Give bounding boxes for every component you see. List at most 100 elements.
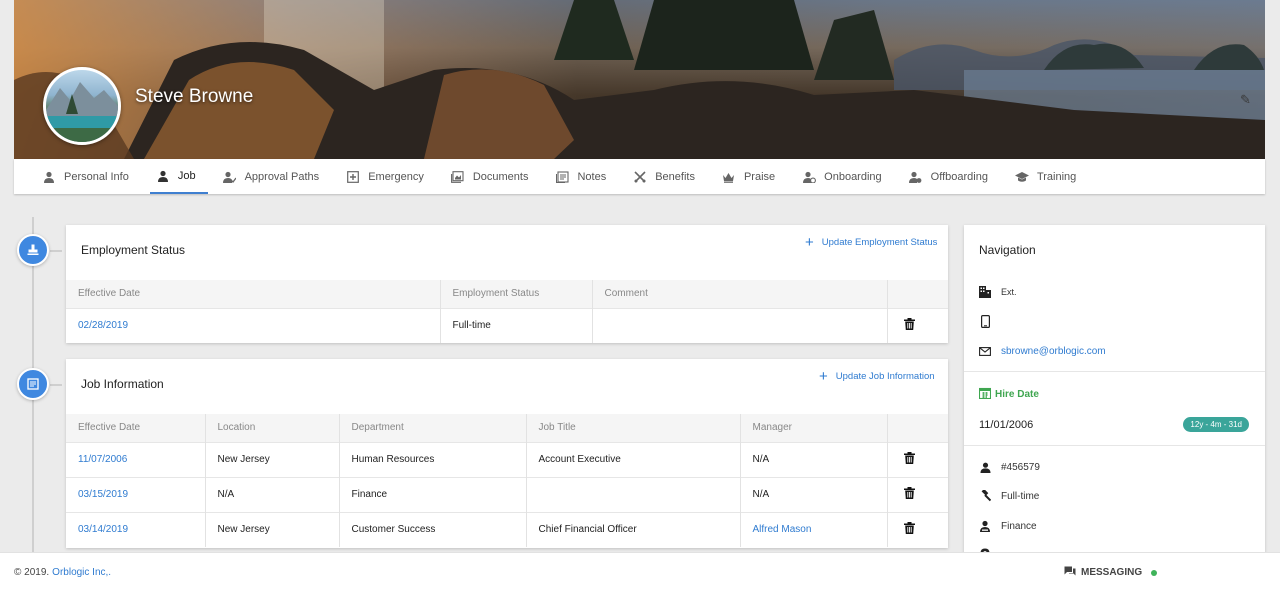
avatar[interactable] <box>43 67 121 145</box>
column-header <box>887 414 948 442</box>
documents-icon <box>451 170 465 184</box>
effective-date-link[interactable]: 02/28/2019 <box>66 307 441 343</box>
card-title: Job Information <box>81 377 164 391</box>
divider <box>964 445 1265 446</box>
onboarding-icon <box>802 170 816 184</box>
tab-label: Notes <box>577 170 607 183</box>
location-cell: N/A <box>205 476 340 512</box>
timeline-connector <box>50 250 62 252</box>
copyright-text: © 2019. <box>14 567 50 578</box>
employment-stamp-icon <box>17 234 49 266</box>
job-title-cell: Account Executive <box>526 441 741 477</box>
building-icon <box>979 286 991 298</box>
column-header: Job Title <box>526 414 741 442</box>
tab-offboarding[interactable]: Offboarding <box>903 159 1000 194</box>
employee-id-row: #456579 <box>979 461 1040 473</box>
action-label: Update Employment Status <box>821 237 938 248</box>
tab-label: Praise <box>743 170 776 183</box>
tab-notes[interactable]: Notes <box>549 159 618 194</box>
employment-status-table: Effective Date Employment Status Comment… <box>66 280 948 343</box>
tab-label: Training <box>1036 170 1077 183</box>
update-employment-status-button[interactable]: + Update Employment Status <box>805 233 938 251</box>
messaging-button[interactable]: MESSAGING <box>1064 566 1158 579</box>
table-row: 03/14/2019 New Jersey Customer Success C… <box>66 511 948 547</box>
update-job-information-button[interactable]: + Update Job Information <box>819 367 935 385</box>
mobile-row <box>979 314 991 328</box>
user-icon <box>979 461 991 473</box>
column-header: Location <box>205 414 340 442</box>
delete-cell <box>887 307 948 343</box>
extension-row: Ext. <box>979 286 1017 298</box>
company-link[interactable]: Orblogic Inc,. <box>52 567 111 578</box>
tab-label: Personal Info <box>64 170 129 183</box>
manager-cell: N/A <box>740 476 888 512</box>
effective-date-link[interactable]: 03/15/2019 <box>66 476 206 512</box>
column-header <box>887 280 948 308</box>
tab-emergency[interactable]: Emergency <box>340 159 436 194</box>
job-information-card: Job Information + Update Job Information… <box>66 359 948 548</box>
employment-type-value: Full-time <box>1001 490 1040 502</box>
hire-date-label: Hire Date <box>995 389 1039 400</box>
trash-icon[interactable] <box>903 487 915 499</box>
department-cell: Human Resources <box>339 441 527 477</box>
tab-training[interactable]: Training <box>1009 159 1088 194</box>
cover-photo: Steve Browne ✎ <box>14 0 1265 159</box>
emergency-icon <box>346 170 360 184</box>
tab-label: Documents <box>472 170 529 183</box>
department-cell: Finance <box>339 476 527 512</box>
comment-cell <box>592 307 888 343</box>
tab-documents[interactable]: Documents <box>445 159 541 194</box>
email-row: sbrowne@orblogic.com <box>979 345 1106 357</box>
column-header: Effective Date <box>66 280 441 308</box>
tab-approval-paths[interactable]: Approval Paths <box>217 159 332 194</box>
job-info-icon <box>17 368 49 400</box>
department-cell: Customer Success <box>339 511 527 547</box>
profile-tabs: Personal Info Job Approval Paths Emergen… <box>14 159 1265 194</box>
mobile-phone-icon <box>979 314 991 328</box>
tenure-badge: 12y - 4m - 31d <box>1183 417 1249 432</box>
gavel-icon <box>979 490 991 502</box>
effective-date-link[interactable]: 11/07/2006 <box>66 441 206 477</box>
timeline-connector <box>50 384 62 386</box>
plus-icon: + <box>805 233 814 251</box>
hire-date-heading: Hire Date <box>978 387 1039 402</box>
table-row: 11/07/2006 New Jersey Human Resources Ac… <box>66 441 948 477</box>
trash-icon[interactable] <box>903 522 915 535</box>
delete-cell <box>887 511 948 547</box>
chat-icon <box>1064 566 1076 579</box>
manager-link[interactable]: Alfred Mason <box>740 511 888 547</box>
card-title: Employment Status <box>81 243 186 257</box>
delete-cell <box>887 476 948 512</box>
department-value: Finance <box>1001 520 1037 532</box>
tab-label: Onboarding <box>824 170 882 183</box>
manager-cell: N/A <box>740 441 888 477</box>
tab-label: Job <box>177 169 196 182</box>
email-link[interactable]: sbrowne@orblogic.com <box>1001 346 1106 357</box>
online-status-dot <box>1151 569 1158 576</box>
tab-personal-info[interactable]: Personal Info <box>36 159 141 194</box>
tab-label: Offboarding <box>930 170 988 183</box>
column-header: Effective Date <box>66 414 206 442</box>
card-title: Navigation <box>979 243 1036 257</box>
table-row: 03/15/2019 N/A Finance N/A <box>66 476 948 512</box>
employee-name: Steve Browne <box>135 86 254 107</box>
user-icon <box>42 170 56 184</box>
notes-icon <box>555 170 569 184</box>
praise-icon <box>722 170 736 184</box>
tab-job[interactable]: Job <box>149 159 208 194</box>
trash-icon[interactable] <box>903 318 915 331</box>
effective-date-link[interactable]: 03/14/2019 <box>66 511 206 547</box>
edit-cover-icon[interactable]: ✎ <box>1240 92 1256 108</box>
messaging-label: MESSAGING <box>1081 567 1143 578</box>
navigation-card: Navigation Ext. sbrowne@orblogic.com Hir… <box>964 225 1265 565</box>
tab-praise[interactable]: Praise <box>716 159 787 194</box>
plus-icon: + <box>819 367 828 385</box>
action-label: Update Job Information <box>835 371 935 382</box>
department-icon <box>979 520 991 532</box>
tab-onboarding[interactable]: Onboarding <box>796 159 894 194</box>
employee-id-value: #456579 <box>1001 461 1040 473</box>
column-header: Comment <box>592 280 888 308</box>
trash-icon[interactable] <box>903 452 915 464</box>
table-header-row: Effective Date Employment Status Comment <box>66 280 948 308</box>
tab-benefits[interactable]: Benefits <box>627 159 707 194</box>
